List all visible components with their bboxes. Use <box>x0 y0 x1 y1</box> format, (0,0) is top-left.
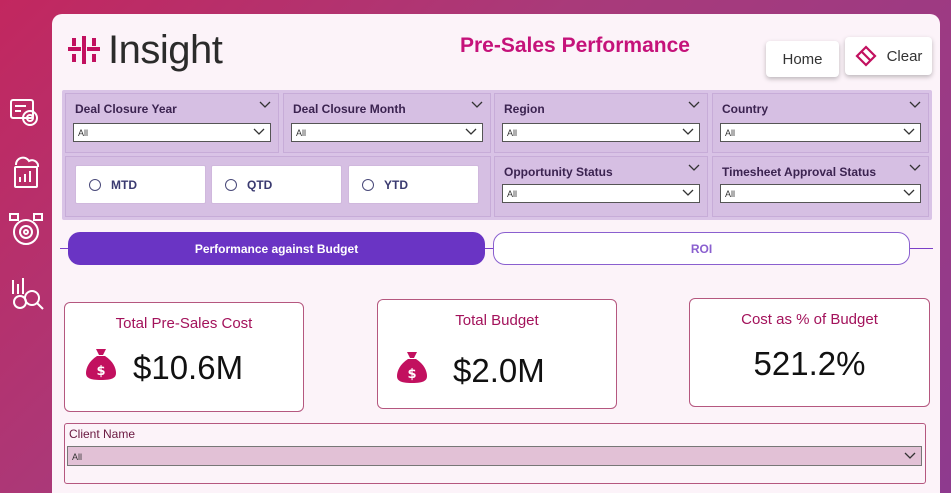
chevron-down-icon <box>682 128 694 135</box>
tab-roi[interactable]: ROI <box>493 232 910 265</box>
dropdown-value: All <box>725 189 736 199</box>
slicer-deal-closure-month: Deal Closure Month All <box>283 93 491 153</box>
dropdown-value: All <box>72 452 83 462</box>
period-option-mtd[interactable]: MTD <box>75 165 206 204</box>
radio-button <box>225 178 237 191</box>
radio-button <box>89 178 101 191</box>
report-canvas: Insight Pre-Sales Performance Home Clear… <box>52 14 940 493</box>
country-dropdown[interactable]: All <box>720 123 921 142</box>
chevron-down-icon[interactable] <box>259 100 271 110</box>
left-nav <box>0 0 52 493</box>
kpi-card-total-budget: Total Budget $ $2.0M <box>377 299 617 409</box>
chevron-down-icon <box>903 189 915 196</box>
slicer-country: Country All <box>712 93 929 153</box>
slicer-client-name: Client Name All <box>64 423 926 484</box>
kpi-value: 521.2% <box>753 345 866 382</box>
region-dropdown[interactable]: All <box>502 123 700 142</box>
period-label: YTD <box>384 177 408 192</box>
slicer-region: Region All <box>494 93 708 153</box>
period-label: MTD <box>111 177 137 192</box>
period-option-ytd[interactable]: YTD <box>348 165 479 204</box>
target-settings-icon[interactable] <box>6 210 46 250</box>
chevron-down-icon[interactable] <box>909 100 921 110</box>
kpi-title: Cost as % of Budget <box>741 311 878 328</box>
insight-logo: Insight <box>66 24 223 76</box>
clear-button[interactable]: Clear <box>845 37 932 75</box>
radio-button <box>362 178 374 191</box>
kpi-title: Total Pre-Sales Cost <box>115 315 253 332</box>
filter-panel: Deal Closure Year All Deal Closure Month… <box>62 90 932 220</box>
chevron-down-icon[interactable] <box>688 163 700 173</box>
slicer-label: Deal Closure Year <box>75 102 177 116</box>
slicer-label: Timesheet Approval Status <box>722 165 877 179</box>
chevron-down-icon <box>682 189 694 196</box>
chevron-down-icon[interactable] <box>471 100 483 110</box>
analytics-search-icon[interactable] <box>6 274 46 314</box>
cloud-report-icon[interactable] <box>6 151 46 191</box>
money-bag-icon: $ <box>86 349 116 380</box>
chevron-down-icon[interactable] <box>909 163 921 173</box>
chevron-down-icon <box>253 128 265 135</box>
dropdown-value: All <box>507 128 518 138</box>
home-button[interactable]: Home <box>766 41 839 77</box>
kpi-title: Total Budget <box>455 312 539 329</box>
slicer-label: Deal Closure Month <box>293 102 406 116</box>
kpi-card-total-presales-cost: Total Pre-Sales Cost $ $10.6M <box>64 302 304 412</box>
chevron-down-icon <box>465 128 477 135</box>
slicer-label: Client Name <box>69 427 136 441</box>
eraser-icon <box>855 45 877 67</box>
deal-closure-month-dropdown[interactable]: All <box>291 123 483 142</box>
dropdown-value: All <box>296 128 307 138</box>
deal-closure-year-dropdown[interactable]: All <box>73 123 271 142</box>
logo-text: Insight <box>108 27 223 72</box>
slicer-label: Region <box>504 102 545 116</box>
kpi-card-cost-pct-budget: Cost as % of Budget 521.2% <box>689 298 930 407</box>
period-selector: MTD QTD YTD <box>65 156 491 217</box>
timesheet-approval-status-dropdown[interactable]: All <box>720 184 921 203</box>
chevron-down-icon[interactable] <box>688 100 700 110</box>
period-option-qtd[interactable]: QTD <box>211 165 342 204</box>
svg-text:$: $ <box>96 364 105 379</box>
gear-settings-icon[interactable] <box>6 94 46 134</box>
opportunity-status-dropdown[interactable]: All <box>502 184 700 203</box>
kpi-value: $10.6M <box>133 349 244 386</box>
tab-performance-against-budget[interactable]: Performance against Budget <box>68 232 485 265</box>
client-name-dropdown[interactable]: All <box>67 446 922 466</box>
dropdown-value: All <box>78 128 89 138</box>
slicer-opportunity-status: Opportunity Status All <box>494 156 708 217</box>
svg-text:$: $ <box>407 367 416 382</box>
clear-button-label: Clear <box>886 47 923 65</box>
dropdown-value: All <box>507 189 518 199</box>
slicer-label: Opportunity Status <box>504 165 613 179</box>
chevron-down-icon <box>904 452 916 459</box>
page-title: Pre-Sales Performance <box>460 34 690 57</box>
period-label: QTD <box>247 177 273 192</box>
money-bag-icon: $ <box>397 352 427 383</box>
slicer-deal-closure-year: Deal Closure Year All <box>65 93 279 153</box>
slicer-timesheet-approval-status: Timesheet Approval Status All <box>712 156 929 217</box>
dropdown-value: All <box>725 128 736 138</box>
chevron-down-icon <box>903 128 915 135</box>
slicer-label: Country <box>722 102 768 116</box>
kpi-value: $2.0M <box>453 352 545 389</box>
insight-logo-mark-icon <box>68 36 100 64</box>
